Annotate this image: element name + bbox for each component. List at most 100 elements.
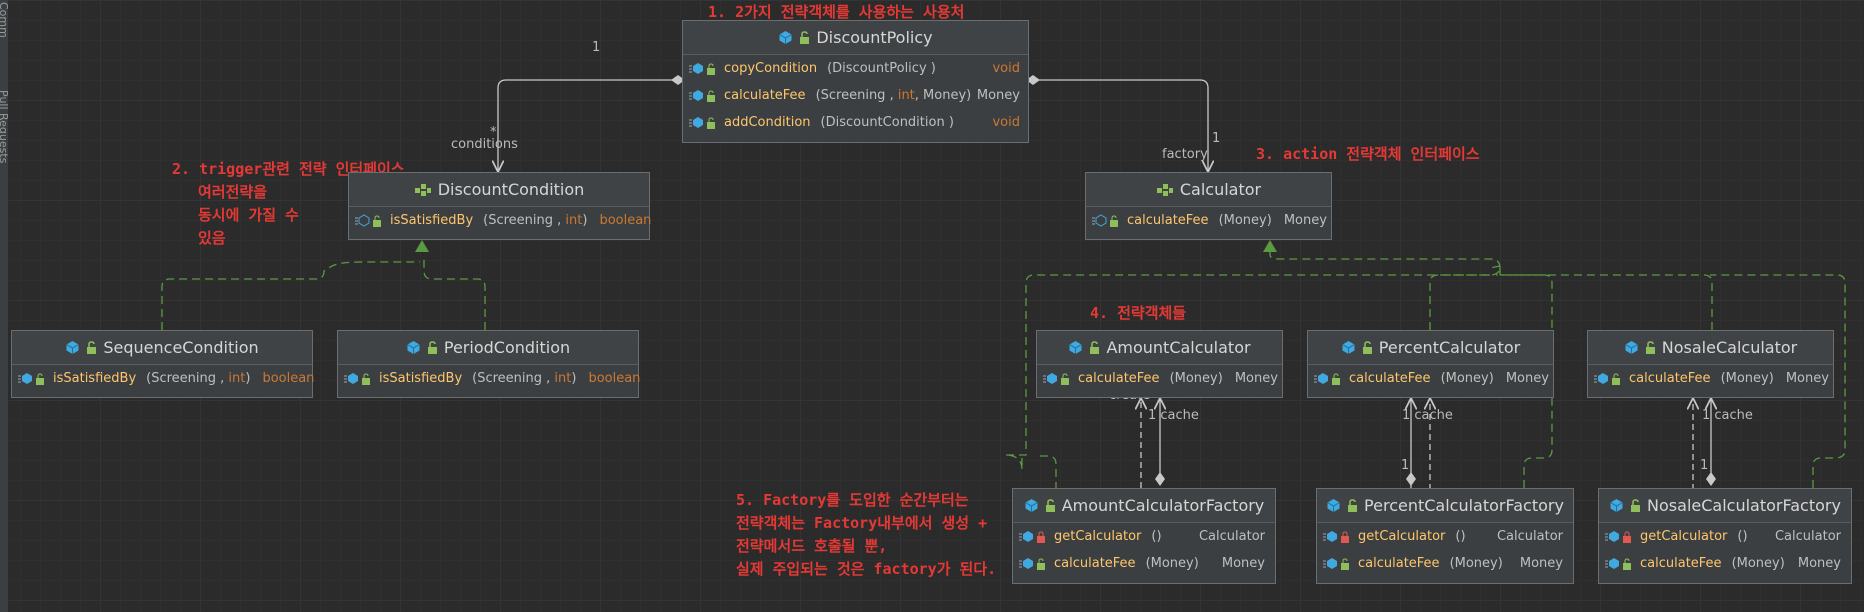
method-name: calculateFee — [1629, 371, 1711, 386]
method-return: boolean — [588, 371, 641, 386]
class-name: PercentCalculator — [1378, 338, 1521, 357]
unlock-icon — [707, 89, 715, 102]
percent-calculator-class[interactable]: PercentCalculator calculateFee (Money) M… — [1307, 330, 1554, 398]
method-params: (Screening , int) — [483, 213, 588, 228]
unlock-icon — [1362, 341, 1372, 354]
method-icon — [1323, 558, 1337, 569]
conditions-association — [498, 79, 672, 172]
unlock-icon — [1612, 372, 1620, 385]
method-icon — [689, 117, 703, 128]
method-row[interactable]: calculateFee (Money) Money — [1037, 365, 1282, 392]
calculator-realization-arrow — [1263, 240, 1277, 252]
method-return: Calculator — [1198, 529, 1265, 544]
method-params: () — [1455, 529, 1466, 544]
period-condition-class[interactable]: PeriodCondition isSatisfiedBy (Screening… — [337, 330, 641, 398]
method-row[interactable]: isSatisfiedBy (Screening , int) boolean — [349, 207, 651, 234]
unlock-icon — [1623, 557, 1631, 570]
method-row[interactable]: calculateFee (Money) Money — [1086, 207, 1331, 234]
method-row[interactable]: isSatisfiedBy (Screening , int) boolean — [12, 365, 315, 392]
class-icon — [1024, 499, 1038, 512]
method-name: calculateFee — [724, 88, 806, 103]
method-row[interactable]: copyCondition (DiscountPolicy ) void — [683, 55, 1028, 82]
method-name: calculateFee — [1640, 556, 1722, 571]
method-icon — [1605, 531, 1619, 542]
method-return: Money — [1283, 213, 1327, 228]
class-name: AmountCalculatorFactory — [1061, 496, 1265, 515]
interface-icon — [414, 183, 431, 196]
unlock-icon — [800, 31, 810, 44]
amount-cache-label: 1 cache — [1148, 408, 1199, 423]
method-name: calculateFee — [1358, 556, 1440, 571]
method-params: (Money) — [1720, 371, 1774, 386]
amount-calculator-class[interactable]: AmountCalculator calculateFee (Money) Mo… — [1036, 330, 1283, 398]
method-row[interactable]: addCondition (DiscountCondition ) void — [683, 109, 1028, 136]
method-icon — [1092, 214, 1107, 227]
lock-icon — [1341, 530, 1349, 543]
unlock-icon — [1090, 341, 1100, 354]
class-icon — [407, 341, 420, 354]
method-row[interactable]: calculateFee (Money) Money — [1588, 365, 1833, 392]
unlock-icon — [1045, 499, 1055, 512]
method-icon — [689, 90, 703, 101]
method-row[interactable]: calculateFee (Money) Money — [1599, 550, 1851, 577]
amount-calculator-factory-class[interactable]: AmountCalculatorFactory getCalculator ()… — [1012, 488, 1276, 584]
lock-icon — [1037, 530, 1045, 543]
interface-name: DiscountCondition — [437, 180, 585, 199]
method-row[interactable]: getCalculator () Calculator — [1013, 523, 1275, 550]
policy-multiplicity: 1 — [592, 40, 601, 55]
unlock-icon — [1061, 372, 1069, 385]
note-factory: 5. Factory를 도입한 순간부터는 전략객체는 Factory내부에서 … — [736, 491, 997, 578]
method-return: Money — [976, 88, 1020, 103]
unlock-icon — [1341, 557, 1349, 570]
class-icon — [1342, 341, 1355, 354]
unlock-icon — [707, 116, 715, 129]
percent-cache-multiplicity: 1 — [1401, 458, 1410, 473]
unlock-icon — [1631, 499, 1641, 512]
nosale-calculator-class[interactable]: NosaleCalculator calculateFee (Money) Mo… — [1587, 330, 1834, 398]
method-params: (Screening , int) — [146, 371, 251, 386]
method-params: (Money) — [1169, 371, 1223, 386]
method-name: addCondition — [724, 115, 811, 130]
class-name: PercentCalculatorFactory — [1364, 496, 1564, 515]
method-return: boolean — [262, 371, 315, 386]
class-name: DiscountPolicy — [816, 28, 933, 47]
method-params: (Screening , int, Money) — [815, 88, 972, 103]
method-return: void — [992, 61, 1020, 76]
interface-name: Calculator — [1179, 180, 1262, 199]
condition-realization-arrow — [415, 240, 429, 252]
percent-calculator-factory-class[interactable]: PercentCalculatorFactory getCalculator (… — [1316, 488, 1574, 584]
unlock-icon — [1645, 341, 1655, 354]
method-row[interactable]: calculateFee (Money) Money — [1317, 550, 1573, 577]
discount-condition-interface[interactable]: DiscountCondition isSatisfiedBy (Screeni… — [348, 172, 651, 240]
class-name: NosaleCalculator — [1661, 338, 1798, 357]
method-row[interactable]: calculateFee (Money) Money — [1308, 365, 1553, 392]
method-row[interactable]: isSatisfiedBy (Screening , int) boolean — [338, 365, 641, 392]
class-name: SequenceCondition — [103, 338, 259, 357]
sequence-condition-class[interactable]: SequenceCondition isSatisfiedBy (Screeni… — [11, 330, 315, 398]
method-icon — [1594, 373, 1608, 384]
unlock-icon — [36, 372, 44, 385]
method-name: calculateFee — [1127, 213, 1209, 228]
method-return: Calculator — [1774, 529, 1841, 544]
method-return: Calculator — [1496, 529, 1563, 544]
method-row[interactable]: getCalculator () Calculator — [1317, 523, 1573, 550]
unlock-icon — [1332, 372, 1340, 385]
method-params: (Money) — [1449, 556, 1503, 571]
method-name: calculateFee — [1349, 371, 1431, 386]
method-params: (Money) — [1145, 556, 1199, 571]
method-row[interactable]: getCalculator () Calculator — [1599, 523, 1851, 550]
method-row[interactable]: calculateFee (Money) Money — [1013, 550, 1275, 577]
note-action-interface: 3. action 전략객체 인터페이스 — [1256, 145, 1480, 163]
method-icon — [1019, 558, 1033, 569]
method-icon — [689, 63, 703, 74]
method-name: getCalculator — [1640, 529, 1728, 544]
nosale-cache-multiplicity: 1 — [1700, 458, 1709, 473]
class-icon — [1069, 341, 1083, 354]
factory-multiplicity: 1 — [1212, 131, 1221, 146]
class-icon — [1610, 499, 1623, 512]
discount-policy-class[interactable]: DiscountPolicy copyCondition (DiscountPo… — [682, 20, 1029, 143]
method-row[interactable]: calculateFee (Screening , int, Money) Mo… — [683, 82, 1028, 109]
nosale-calculator-factory-class[interactable]: NosaleCalculatorFactory getCalculator ()… — [1598, 488, 1852, 584]
method-name: copyCondition — [724, 61, 818, 76]
calculator-interface[interactable]: Calculator calculateFee (Money) Money — [1085, 172, 1332, 240]
